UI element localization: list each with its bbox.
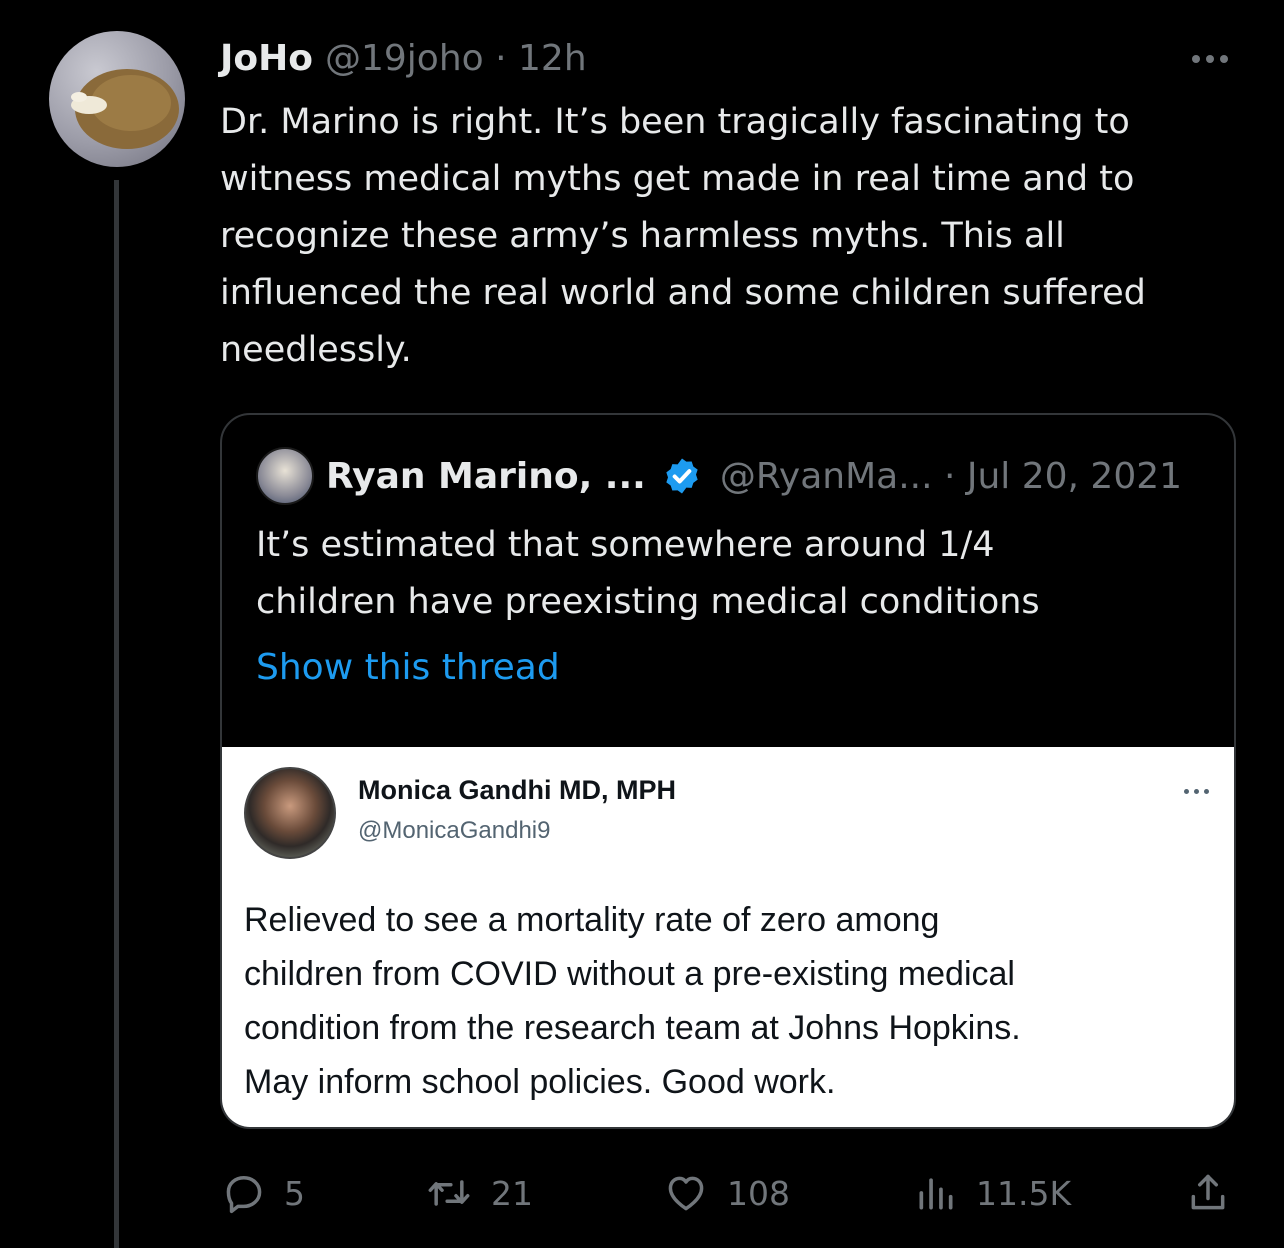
author-name[interactable]: JoHo bbox=[220, 38, 313, 79]
reply-icon bbox=[226, 1176, 262, 1214]
retweet-button[interactable]: 21 bbox=[425, 1166, 533, 1220]
tweet-text: Dr. Marino is right. It’s been tragicall… bbox=[220, 102, 1146, 370]
show-thread-link[interactable]: Show this thread bbox=[256, 647, 560, 688]
more-icon[interactable] bbox=[1186, 44, 1234, 74]
quoted-author-meta: @RyanMa... · Jul 20, 2021 bbox=[719, 455, 1183, 497]
reply-count: 5 bbox=[284, 1173, 305, 1213]
heart-icon bbox=[668, 1176, 704, 1211]
quoted-tweet-header: Ryan Marino, ... @RyanMa... · Jul 20, 20… bbox=[256, 447, 1183, 505]
quoted-tweet-text: It’s estimated that somewhere around 1/4… bbox=[256, 525, 1040, 622]
embedded-author-name: Monica Gandhi MD, MPH bbox=[358, 775, 677, 805]
embedded-more-icon bbox=[1176, 785, 1216, 797]
embedded-author-avatar bbox=[244, 767, 336, 859]
embedded-author-handle: @MonicaGandhi9 bbox=[358, 817, 551, 844]
retweet-icon bbox=[428, 1180, 470, 1206]
author-avatar[interactable] bbox=[49, 31, 185, 167]
embedded-tweet-text: Relieved to see a mortality rate of zero… bbox=[244, 901, 1021, 1101]
retweet-count: 21 bbox=[491, 1173, 533, 1213]
thread-line bbox=[114, 180, 119, 1248]
quoted-tweet[interactable]: Ryan Marino, ... @RyanMa... · Jul 20, 20… bbox=[220, 413, 1236, 1129]
quoted-author-name: Ryan Marino, ... bbox=[326, 455, 646, 497]
tweet-container: JoHo @19joho · 12h Dr. Marino is right. … bbox=[0, 0, 1284, 1248]
avatar-image bbox=[71, 69, 179, 149]
reply-button[interactable]: 5 bbox=[222, 1166, 305, 1220]
like-button[interactable]: 108 bbox=[663, 1166, 790, 1220]
share-icon bbox=[1191, 1174, 1225, 1210]
quoted-author-avatar bbox=[256, 447, 314, 505]
tweet-header: JoHo @19joho · 12h bbox=[220, 38, 587, 82]
verified-badge-icon bbox=[666, 458, 698, 494]
views-button[interactable]: 11.5K bbox=[914, 1166, 1071, 1220]
views-icon bbox=[919, 1178, 953, 1210]
share-button[interactable] bbox=[1186, 1166, 1248, 1220]
like-count: 108 bbox=[727, 1173, 790, 1213]
views-count: 11.5K bbox=[976, 1173, 1072, 1213]
author-meta[interactable]: @19joho · 12h bbox=[325, 38, 587, 79]
embedded-screenshot[interactable]: Monica Gandhi MD, MPH @MonicaGandhi9 Rel… bbox=[222, 747, 1234, 1127]
